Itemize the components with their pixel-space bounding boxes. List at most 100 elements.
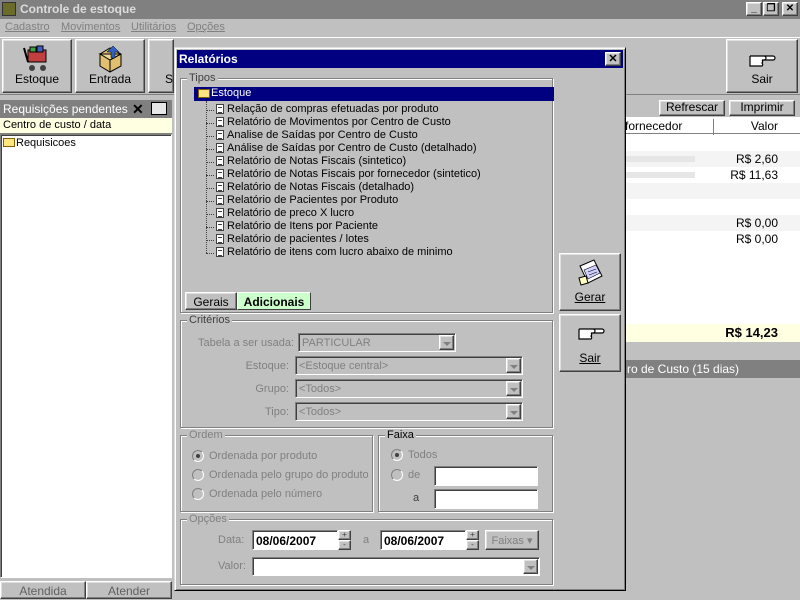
chevron-down-icon[interactable] — [523, 559, 538, 574]
document-icon — [216, 117, 224, 127]
chevron-down-icon[interactable] — [439, 335, 454, 350]
saida-button[interactable]: S — [148, 39, 174, 93]
open-folder-icon — [198, 89, 210, 98]
requests-tree-root[interactable]: Requisicoes — [3, 137, 76, 149]
dialog-title: Relatórios — [179, 52, 238, 66]
document-icon — [216, 143, 224, 153]
cost-center-footer-label: ro de Custo (15 dias) — [627, 362, 740, 376]
date-to-spinner[interactable]: + - — [466, 530, 479, 550]
cost-center-footer: ro de Custo (15 dias) — [625, 360, 800, 378]
menu-bar: Cadastro Movimentos Utilitários Opções — [0, 19, 800, 37]
document-icon — [216, 156, 224, 166]
entrada-button[interactable]: Entrada — [75, 39, 145, 93]
col-valor[interactable]: Valor — [751, 119, 778, 133]
refresh-button[interactable]: Refrescar — [659, 100, 725, 116]
date-from-spinner[interactable]: + - — [338, 530, 351, 550]
window-title: Controle de estoque — [20, 2, 137, 16]
range-to-input[interactable] — [434, 489, 538, 509]
order-by-number-label: Ordenada pelo número — [209, 488, 323, 500]
sair-toolbar-label: Sair — [751, 72, 773, 86]
tab-atender[interactable]: Atender — [86, 581, 172, 599]
close-panel-icon[interactable]: ✕ — [132, 101, 144, 118]
tipo-select[interactable]: <Todos> — [295, 402, 523, 421]
col-fornecedor[interactable]: fornecedor — [625, 119, 682, 133]
spin-up-icon[interactable]: + — [338, 530, 351, 540]
date-from-input[interactable]: 08/06/2007 — [252, 530, 338, 550]
dialog-title-bar: Relatórios ✕ — [177, 50, 623, 68]
document-icon — [216, 221, 224, 231]
estoque-select[interactable]: <Estoque central> — [295, 356, 523, 375]
gerar-button[interactable]: Gerar — [559, 253, 621, 311]
table-row[interactable]: R$ 0,00 — [625, 231, 800, 247]
folder-icon — [3, 138, 15, 147]
document-icon — [216, 208, 224, 218]
range-from-input[interactable] — [434, 466, 538, 486]
spin-down-icon[interactable]: - — [338, 540, 351, 550]
pointing-hand-icon — [749, 55, 776, 67]
range-from-radio[interactable] — [391, 469, 403, 481]
dialog-sair-label: Sair — [579, 351, 601, 365]
table-row[interactable]: R$ 0,00 — [625, 215, 800, 231]
dialog-sair-button[interactable]: Sair — [559, 314, 621, 372]
right-panel-actions: Refrescar Imprimir — [625, 100, 800, 116]
supplier-table[interactable]: fornecedor Valor R$ 2,60 R$ 11,63 R$ 0,0… — [625, 117, 800, 337]
data-label: Data: — [218, 534, 245, 546]
range-all-radio[interactable] — [391, 449, 403, 461]
order-by-product-radio[interactable] — [192, 450, 204, 462]
range-from-label: de — [408, 469, 421, 481]
report-types-tree[interactable]: Estoque Relação de compras efetuadas por… — [186, 83, 554, 279]
menu-movimentos[interactable]: Movimentos — [61, 21, 120, 33]
spin-down-icon[interactable]: - — [466, 540, 479, 550]
order-by-number-radio[interactable] — [192, 488, 204, 500]
gerar-label: Gerar — [574, 290, 606, 304]
range-to-label: a — [413, 492, 420, 504]
saida-label: S — [165, 72, 174, 86]
document-icon — [216, 182, 224, 192]
tab-gerais[interactable]: Gerais — [185, 292, 237, 310]
table-row[interactable]: R$ 11,63 — [625, 167, 800, 183]
ordem-label: Ordem — [187, 429, 225, 441]
cart-icon — [23, 45, 47, 71]
dialog-close-button[interactable]: ✕ — [605, 52, 621, 66]
cost-center-column-header[interactable]: Centro de custo / data — [0, 118, 172, 134]
table-row[interactable]: R$ 2,60 — [625, 151, 800, 167]
menu-opcoes[interactable]: Opções — [187, 21, 225, 33]
chevron-down-icon[interactable] — [506, 404, 521, 419]
tabela-select[interactable]: PARTICULAR — [298, 333, 456, 352]
faixa-group: Faixa Todos de a — [378, 429, 553, 512]
table-row[interactable] — [625, 199, 800, 215]
estoque-button[interactable]: Estoque — [2, 39, 72, 93]
table-row[interactable] — [625, 183, 800, 199]
chevron-down-icon[interactable] — [506, 381, 521, 396]
date-to-input[interactable]: 08/06/2007 — [380, 530, 466, 550]
menu-utilitarios[interactable]: Utilitários — [131, 21, 176, 33]
minimize-button[interactable]: _ — [746, 2, 762, 16]
pending-requests-title: Requisições pendentes — [3, 102, 128, 116]
print-button[interactable]: Imprimir — [729, 100, 795, 116]
close-button[interactable]: ✕ — [782, 2, 798, 16]
tipo-label: Tipo: — [264, 406, 289, 418]
document-icon — [216, 247, 224, 257]
tree-root-estoque[interactable]: Estoque — [194, 87, 554, 101]
range-all-label: Todos — [408, 449, 438, 461]
print-icon[interactable] — [151, 102, 167, 115]
sair-toolbar-button[interactable]: Sair — [726, 39, 798, 93]
tab-atendida[interactable]: Atendida — [0, 581, 86, 599]
grupo-select[interactable]: <Todos> — [295, 379, 523, 398]
spin-up-icon[interactable]: + — [466, 530, 479, 540]
entrada-label: Entrada — [88, 72, 132, 86]
opcoes-group: Opções Data: 08/06/2007 + - a 08/06/2007… — [180, 513, 553, 585]
tab-adicionais[interactable]: Adicionais — [237, 292, 311, 310]
requests-root-label: Requisicoes — [16, 137, 76, 149]
estoque-label: Estoque: — [245, 360, 289, 372]
restore-button[interactable]: ❐ — [763, 2, 779, 16]
ordem-group: Ordem Ordenada por produto Ordenada pelo… — [180, 429, 373, 512]
order-by-group-radio[interactable] — [192, 469, 204, 481]
pending-requests-header: Requisições pendentes ✕ — [0, 100, 172, 118]
valor-select[interactable] — [252, 557, 540, 576]
menu-cadastro[interactable]: Cadastro — [5, 21, 50, 33]
requests-tree[interactable]: Requisicoes — [0, 134, 172, 578]
faixas-button[interactable]: Faixas ▾ — [485, 530, 539, 550]
reports-dialog: Relatórios ✕ Tipos Estoque Relação de co… — [174, 47, 626, 591]
chevron-down-icon[interactable] — [506, 358, 521, 373]
